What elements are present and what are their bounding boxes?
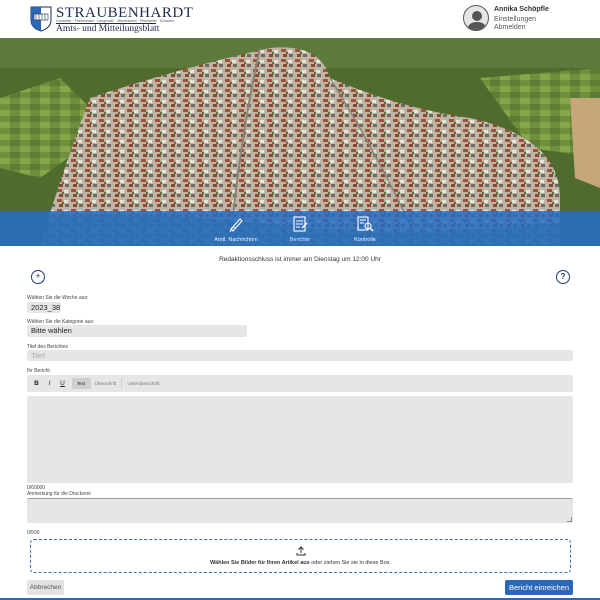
report-label: Ihr Bericht [27, 368, 50, 374]
cancel-button[interactable]: Abbrechen [27, 580, 64, 595]
text-style-button[interactable]: Text [72, 378, 90, 389]
plus-icon: + [35, 271, 41, 281]
nav-label: Amtl. Nachrichten [214, 237, 258, 243]
question-icon: ? [560, 272, 566, 281]
user-silhouette-icon [467, 11, 487, 30]
nav-label: Berichte [289, 237, 311, 243]
week-select[interactable]: 2023_38 [27, 302, 61, 313]
submit-report-button[interactable]: Bericht einreichen [505, 580, 573, 595]
week-label: Wählen Sie die Woche aus: [27, 295, 89, 301]
coat-of-arms-icon [30, 6, 52, 32]
italic-button[interactable]: I [44, 378, 55, 389]
avatar[interactable] [463, 5, 489, 31]
dropzone-drag-text: oder ziehen Sie sie in diese Box. [309, 560, 392, 566]
report-edit-icon [293, 216, 308, 232]
nav-item-official-news[interactable]: Amtl. Nachrichten [206, 211, 266, 246]
editor-toolbar: B I U Text Überschrift Unterüberschrift [27, 375, 573, 392]
resize-handle-icon[interactable] [567, 517, 572, 522]
dropzone-text: Wählen Sie Bilder für Ihren Artikel aus … [31, 560, 570, 566]
upload-icon [296, 546, 306, 556]
document-search-icon [357, 216, 374, 232]
category-select[interactable]: Bitte wählen [27, 325, 247, 337]
pen-hand-icon [229, 218, 243, 233]
user-name: Annika Schöpfle [494, 6, 549, 13]
notes-char-counter: 0/500 [27, 530, 40, 536]
logout-link[interactable]: Abmelden [494, 24, 526, 31]
notes-label: Anmerkung für die Druckerei [27, 491, 91, 497]
image-dropzone[interactable]: Wählen Sie Bilder für Ihren Artikel aus … [30, 539, 571, 573]
logo-subtitle: Amts- und Mitteilungsblatt [56, 24, 160, 34]
settings-link[interactable]: Einstellungen [494, 16, 536, 23]
header: STRAUBENHARDT Conweiler · Feldrennach · … [0, 0, 600, 38]
add-button[interactable]: + [31, 270, 45, 284]
nav-item-reports[interactable]: Berichte [270, 211, 330, 246]
bold-button[interactable]: B [31, 378, 42, 389]
subheading-style-button[interactable]: Unterüberschrift [121, 378, 165, 389]
dropzone-select-text: Wählen Sie Bilder für Ihren Artikel aus [209, 560, 310, 566]
help-button[interactable]: ? [556, 270, 570, 284]
nav-item-control[interactable]: Kontrolle [335, 211, 395, 246]
nav-label: Kontrolle [354, 237, 376, 243]
heading-style-button[interactable]: Überschrift [90, 378, 120, 389]
deadline-notice: Redaktionsschluss ist immer am Dienstag … [219, 256, 381, 263]
underline-button[interactable]: U [57, 378, 68, 389]
title-input[interactable]: Titel [27, 350, 573, 361]
report-editor[interactable] [27, 396, 573, 483]
notes-textarea[interactable] [27, 498, 573, 523]
main-nav: Amtl. Nachrichten Berichte Kontrolle [0, 211, 600, 246]
